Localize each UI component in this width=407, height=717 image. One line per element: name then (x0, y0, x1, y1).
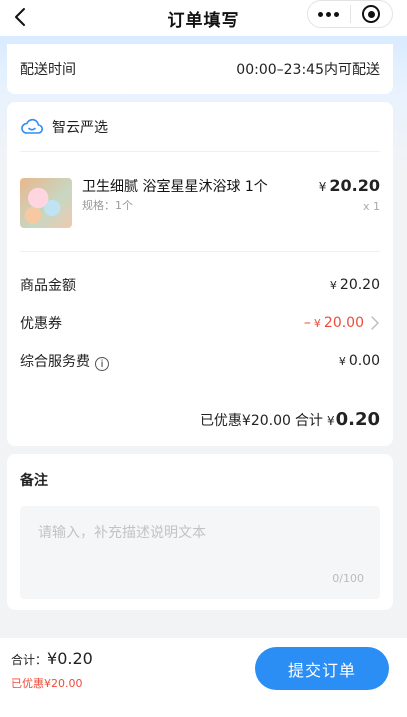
coupon-minus-sign: – (303, 315, 311, 331)
bottom-total: 合计：¥0.20 (11, 649, 93, 668)
coupon-label: 优惠券 (20, 316, 62, 332)
submit-order-button[interactable]: 提交订单 (255, 647, 389, 690)
total-label: 合计 (294, 413, 323, 429)
product-price-value: 20.20 (329, 176, 380, 195)
order-total-line: 已优惠¥20.00 合计 ¥ 0.20 (200, 409, 380, 430)
service-fee-row: 综合服务费 i ¥0.00 (20, 342, 380, 380)
chevron-right-icon (371, 316, 379, 330)
total-value: 0.20 (335, 409, 380, 430)
delivery-time-row: 配送时间 00:00–23:45内可配送 (7, 44, 393, 94)
coupon-symbol: ¥ (313, 316, 321, 330)
chevron-left-icon (15, 8, 25, 26)
goods-amount-value: ¥20.20 (330, 277, 380, 293)
target-circle-icon (362, 5, 381, 23)
note-box: 0/100 (20, 506, 380, 599)
product-price-symbol: ¥ (318, 180, 327, 194)
bottom-discount: 已优惠¥20.00 (11, 677, 83, 690)
product-name: 卫生细腻 浴室星星沐浴球 1个 (82, 179, 268, 195)
more-dots-icon (318, 11, 340, 17)
product-item[interactable]: 卫生细腻 浴室星星沐浴球 1个 规格：1个 ¥20.20 x 1 (20, 152, 380, 252)
note-title: 备注 (20, 473, 48, 489)
product-spec: 规格：1个 (82, 199, 133, 212)
fee-list: 商品金额 ¥20.20 优惠券 – ¥20.00 综合服务费 i ¥0.00 (20, 252, 380, 380)
more-button[interactable] (308, 1, 350, 27)
goods-amount-number: 20.20 (339, 277, 380, 293)
bottom-bar: 合计：¥0.20 已优惠¥20.00 提交订单 (0, 638, 407, 717)
service-fee-value: ¥0.00 (339, 353, 380, 369)
page-title: 订单填写 (167, 10, 240, 31)
info-icon[interactable]: i (95, 357, 109, 372)
note-char-counter: 0/100 (332, 572, 364, 585)
service-fee-number: 0.00 (348, 353, 380, 369)
total-symbol: ¥ (326, 414, 335, 428)
order-card: 智云严选 卫生细腻 浴室星星沐浴球 1个 规格：1个 ¥20.20 x 1 商品… (7, 102, 393, 446)
service-fee-text: 综合服务费 (20, 353, 90, 370)
product-thumbnail (20, 178, 72, 228)
mini-program-capsule (307, 0, 393, 28)
goods-amount-row: 商品金额 ¥20.20 (20, 266, 380, 304)
note-card: 备注 0/100 (7, 454, 393, 610)
product-price: ¥20.20 (319, 176, 380, 195)
note-input[interactable] (20, 506, 380, 599)
shop-name: 智云严选 (52, 119, 108, 136)
goods-amount-symbol: ¥ (329, 279, 337, 292)
service-fee-symbol: ¥ (338, 355, 346, 368)
bottom-total-label: 合计： (11, 653, 48, 667)
coupon-value: – ¥20.00 (304, 315, 380, 331)
cloud-icon (21, 118, 43, 134)
delivery-time-value: 00:00–23:45内可配送 (236, 62, 380, 78)
navigation-bar: 订单填写 (0, 0, 407, 36)
coupon-number: 20.00 (323, 315, 364, 331)
back-button[interactable] (8, 4, 32, 30)
product-quantity: x 1 (362, 200, 380, 213)
bottom-total-value: ¥0.20 (47, 649, 93, 668)
shop-header: 智云严选 (20, 102, 380, 152)
close-mini-program-button[interactable] (351, 1, 393, 27)
goods-amount-label: 商品金额 (20, 278, 76, 294)
service-fee-label: 综合服务费 i (20, 351, 109, 372)
coupon-row[interactable]: 优惠券 – ¥20.00 (20, 304, 380, 342)
discount-summary: 已优惠¥20.00 (199, 413, 291, 429)
delivery-time-label: 配送时间 (20, 62, 76, 78)
